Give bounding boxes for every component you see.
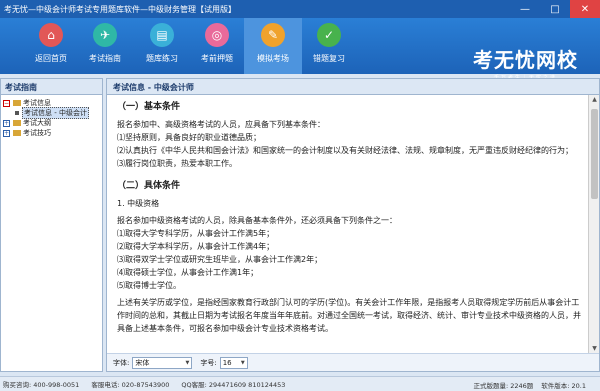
- question-total: 正式版题量: 2246题: [473, 381, 534, 390]
- toolbar-label: 考前押题: [201, 54, 233, 63]
- font-settings-bar: 字体: 宋体 ▼ 字号: 16 ▼: [107, 353, 599, 371]
- tree-item-tips[interactable]: + 考试技巧: [3, 128, 100, 138]
- tree-item-syllabus[interactable]: + 考试大纲: [3, 118, 100, 128]
- toolbar-guide-button[interactable]: ✈ 考试指南: [76, 18, 134, 74]
- title-bar: 考无忧—中级会计师考试专用题库软件—中级财务管理【试用版】 — □ ✕: [0, 0, 600, 18]
- qq-service: QQ客服: 294471609 810124453: [181, 381, 286, 389]
- scroll-up-icon[interactable]: ▲: [589, 95, 600, 105]
- content-panel: 考试信息 - 中级会计师 （一）基本条件 报名参加中、高级资格考试的人员，应具备…: [106, 78, 600, 372]
- main-toolbar: ⌂ 返回首页 ✈ 考试指南 ▤ 题库练习 ◎ 考前押题 ✎ 模拟考场 ✓ 错题复…: [0, 18, 600, 81]
- section-heading: （二）具体条件: [117, 181, 181, 191]
- home-icon: ⌂: [39, 23, 63, 47]
- expand-icon[interactable]: +: [3, 129, 10, 137]
- folder-icon: [13, 120, 21, 126]
- software-version: 软件版本: 20.1: [541, 381, 586, 390]
- book-icon: ▤: [150, 23, 174, 47]
- paragraph: ⑴坚持原则，具备良好的职业道德品质；: [117, 133, 261, 142]
- tree-item-exam-info-intermediate[interactable]: 考试信息 - 中级会计: [3, 107, 100, 119]
- chevron-down-icon: ▼: [185, 359, 190, 366]
- font-size-value: 16: [222, 358, 232, 367]
- toolbar-mock-exam-button[interactable]: ✎ 模拟考场: [244, 18, 302, 74]
- size-label: 字号:: [200, 358, 217, 367]
- paragraph: ⑵取得大学本科学历，从事会计工作满4年；: [117, 242, 275, 251]
- sidebar-header: 考试指南: [1, 79, 102, 95]
- toolbar-label: 返回首页: [35, 54, 67, 63]
- toolbar-home-button[interactable]: ⌂ 返回首页: [22, 18, 80, 74]
- paragraph: ⑵认真执行《中华人民共和国会计法》和国家统一的会计制度以及有关财经法律、法规、规…: [117, 146, 573, 155]
- window-title: 考无忧—中级会计师考试专用题库软件—中级财务管理【试用版】: [4, 4, 236, 14]
- paragraph: 1. 中级资格: [117, 199, 160, 208]
- tree-item-label: 考试大纲: [23, 119, 51, 127]
- paragraph: 上述有关学历或学位，是指经国家教育行政部门认可的学历(学位)。有关会计工作年限，…: [117, 298, 581, 333]
- toolbar-label: 考试指南: [89, 54, 121, 63]
- paragraph: 报名参加中、高级资格考试的人员，应具备下列基本条件：: [117, 120, 325, 129]
- font-select-value: 宋体: [135, 358, 150, 367]
- window-controls: — □ ✕: [510, 0, 600, 18]
- expand-icon[interactable]: +: [3, 119, 10, 127]
- pencil-icon: ✎: [261, 23, 285, 47]
- brand-name: 考无忧网校: [473, 48, 578, 72]
- scroll-thumb[interactable]: [591, 109, 598, 199]
- toolbar-review-button[interactable]: ✓ 错题复习: [300, 18, 358, 74]
- review-icon: ✓: [317, 23, 341, 47]
- target-icon: ◎: [205, 23, 229, 47]
- paragraph: 报名参加中级资格考试的人员，除具备基本条件外，还必须具备下列条件之一：: [117, 216, 397, 225]
- content-scrollbar[interactable]: ▲ ▼: [588, 95, 599, 354]
- font-label: 字体:: [113, 358, 130, 367]
- status-bar: 购买咨询: 400-998-0051 客服电话: 020-87543900 QQ…: [0, 376, 600, 391]
- purchase-phone: 购买咨询: 400-998-0051: [3, 381, 80, 389]
- bullet-icon: [15, 111, 19, 115]
- guide-tree: − 考试信息 考试信息 - 中级会计 + 考试大纲 + 考试技巧: [1, 95, 102, 141]
- minimize-button[interactable]: —: [510, 0, 540, 18]
- folder-icon: [13, 100, 21, 106]
- close-button[interactable]: ✕: [570, 0, 600, 18]
- tree-item-label: 考试技巧: [23, 129, 51, 137]
- paragraph: ⑶履行岗位职责，热爱本职工作。: [117, 159, 237, 168]
- brand-logo: 考无忧网校 千万考生｜无忧之选: [473, 44, 578, 81]
- content-header: 考试信息 - 中级会计师: [107, 79, 599, 95]
- toolbar-practice-button[interactable]: ▤ 题库练习: [133, 18, 191, 74]
- chevron-down-icon: ▼: [240, 359, 245, 366]
- paragraph: ⑴取得大学专科学历，从事会计工作满5年；: [117, 229, 275, 238]
- content-body: （一）基本条件 报名参加中、高级资格考试的人员，应具备下列基本条件： ⑴坚持原则…: [107, 95, 589, 354]
- font-size-select[interactable]: 16 ▼: [219, 356, 248, 369]
- service-phone: 客服电话: 020-87543900: [91, 381, 170, 389]
- paragraph: ⑸取得博士学位。: [117, 281, 181, 290]
- maximize-button[interactable]: □: [540, 0, 570, 18]
- section-heading: （一）基本条件: [117, 102, 181, 112]
- toolbar-label: 模拟考场: [257, 54, 289, 63]
- compass-icon: ✈: [93, 23, 117, 47]
- paragraph: ⑷取得硕士学位，从事会计工作满1年；: [117, 268, 259, 277]
- guide-sidebar: 考试指南 − 考试信息 考试信息 - 中级会计 + 考试大纲 + 考试技巧: [0, 78, 103, 372]
- folder-icon: [13, 130, 21, 136]
- font-select[interactable]: 宋体 ▼: [132, 356, 193, 369]
- toolbar-label: 题库练习: [146, 54, 178, 63]
- toolbar-label: 错题复习: [313, 54, 345, 63]
- paragraph: ⑶取得双学士学位或研究生班毕业，从事会计工作满2年；: [117, 255, 323, 264]
- toolbar-predict-button[interactable]: ◎ 考前押题: [188, 18, 246, 74]
- collapse-icon[interactable]: −: [3, 99, 10, 107]
